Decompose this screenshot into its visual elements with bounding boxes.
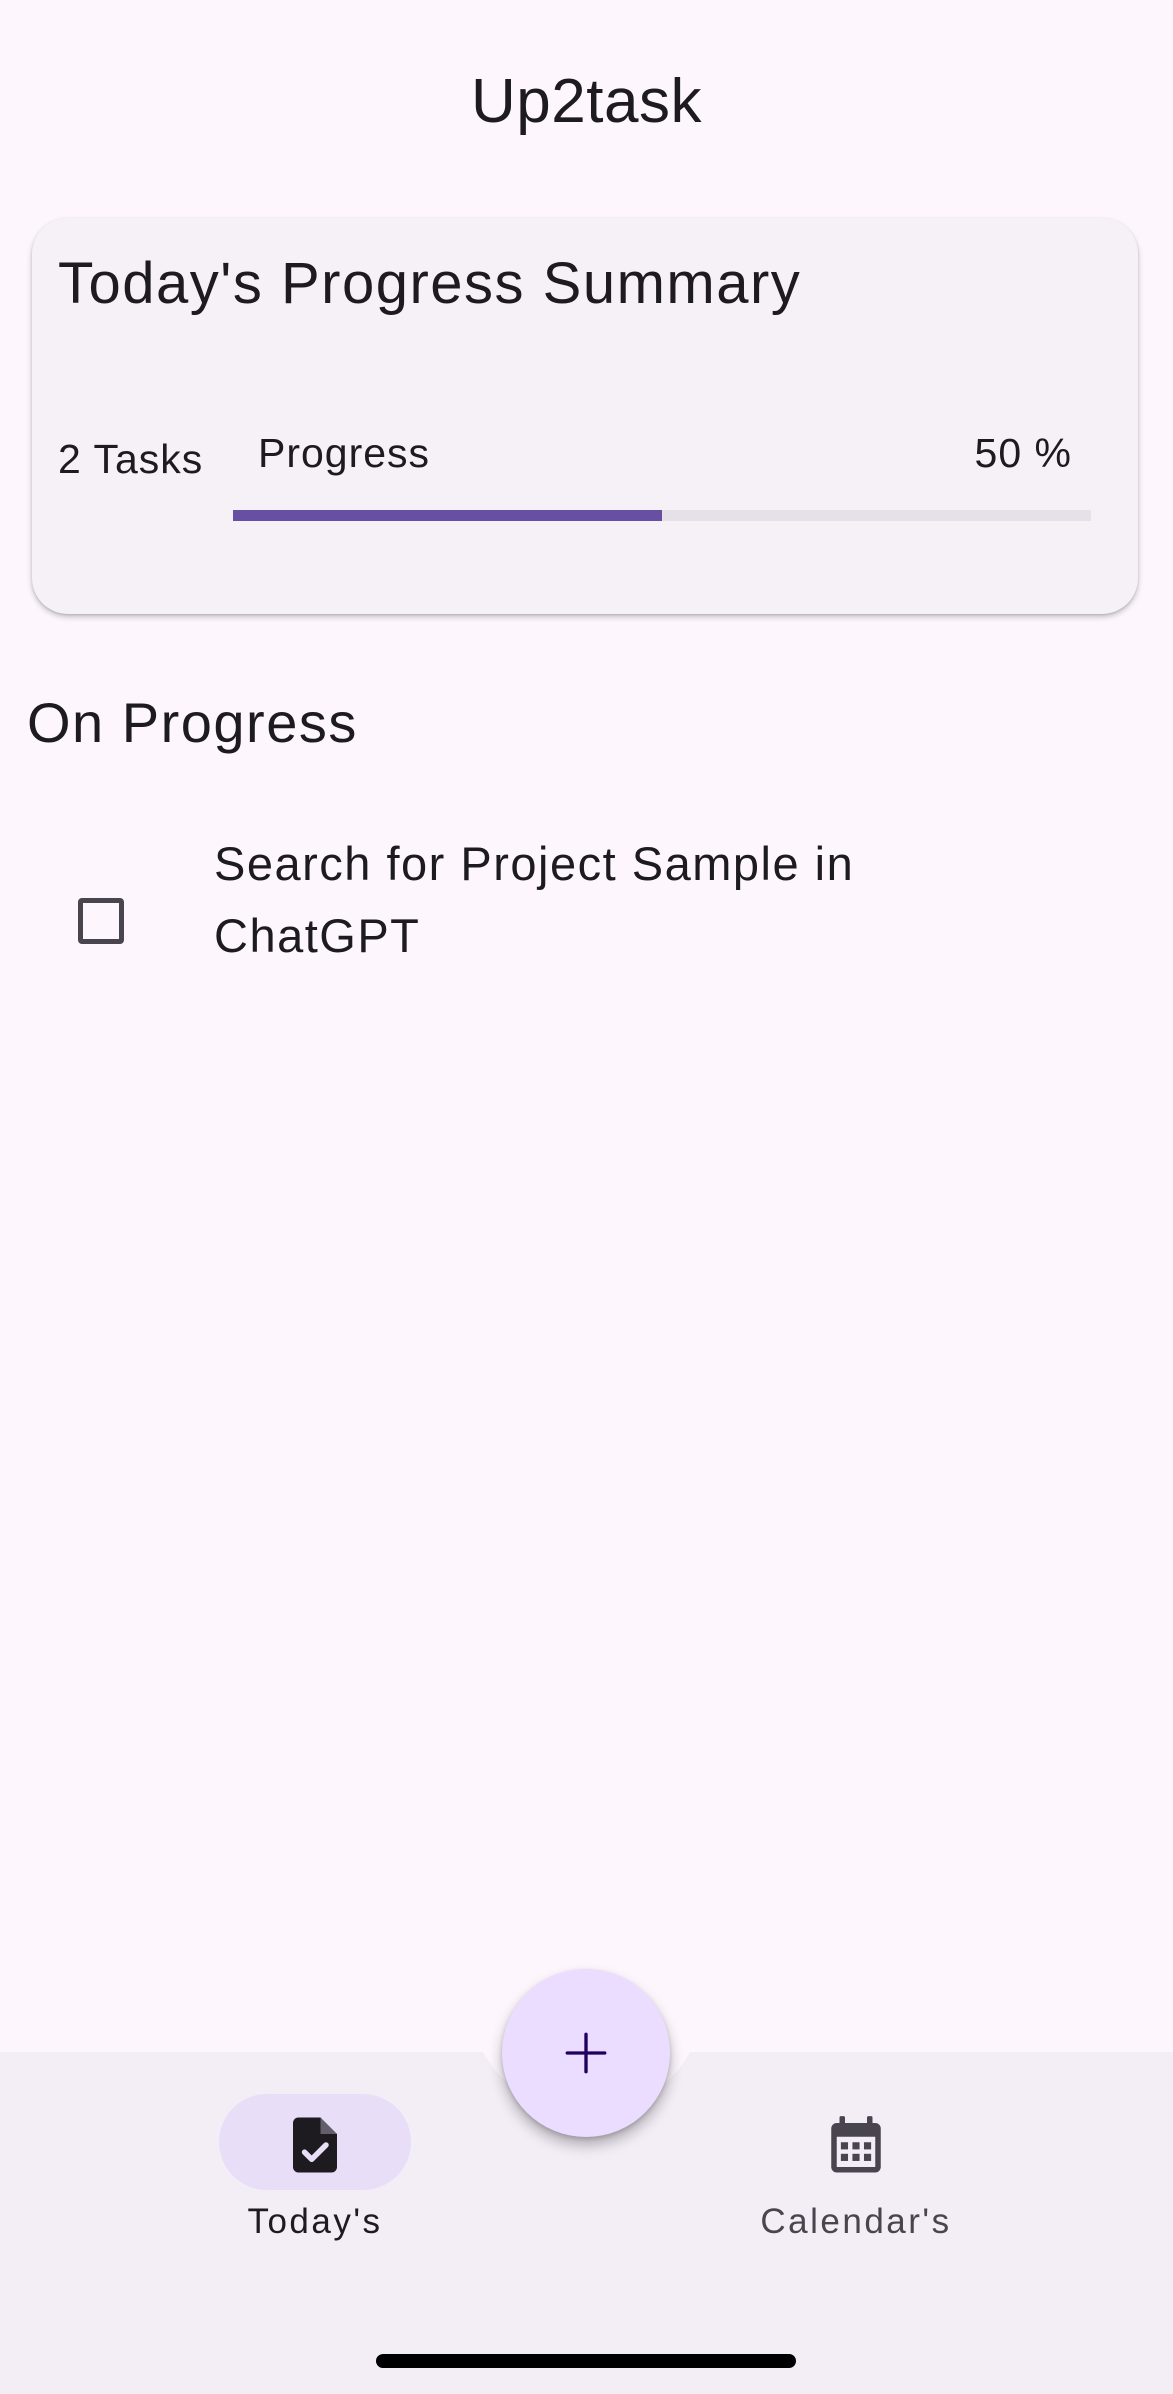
plus-icon [565, 2032, 607, 2074]
nav-label-todays: Today's [247, 2202, 383, 2241]
add-task-button[interactable] [502, 1969, 670, 2137]
tasks-count: 2 Tasks [58, 436, 204, 482]
task-document-check-icon [293, 2117, 337, 2173]
progress-label: Progress [258, 430, 431, 476]
task-text: Search for Project Sample in ChatGPT [214, 837, 855, 962]
progress-summary-card: Today's Progress Summary 2 Tasks Progres… [32, 218, 1138, 614]
app-title: Up2task [471, 67, 702, 136]
nav-label-calendars: Calendar's [760, 2202, 952, 2241]
progress-bar-fill [233, 510, 662, 521]
progress-percent: 50 % [974, 430, 1072, 476]
calendar-icon [831, 2116, 881, 2173]
on-progress-heading: On Progress [27, 691, 358, 754]
task-checkbox[interactable] [78, 898, 124, 944]
nav-item-calendars[interactable]: Calendar's [686, 2094, 1026, 2254]
summary-title: Today's Progress Summary [58, 251, 802, 316]
nav-item-todays[interactable]: Today's [145, 2094, 485, 2254]
task-list-item[interactable]: Search for Project Sample in ChatGPT [0, 812, 1173, 972]
home-indicator [376, 2354, 796, 2368]
progress-bar [233, 510, 1091, 521]
